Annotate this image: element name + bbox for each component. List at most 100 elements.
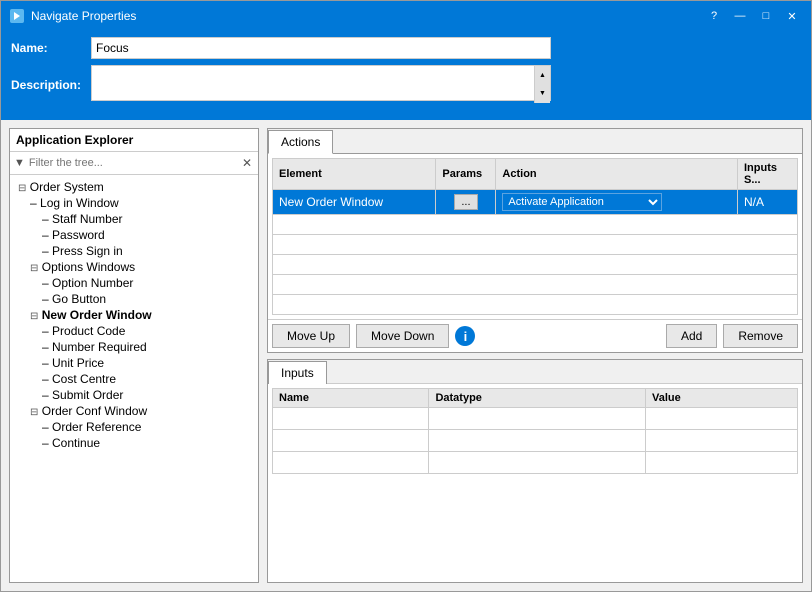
inputs-header-row: Name Datatype Value [273,389,798,408]
tree-item-log-in-window[interactable]: – Log in Window [10,195,258,211]
empty-row-1 [273,215,798,235]
maximize-button[interactable]: □ [755,7,777,25]
tree-label-unit-price: Unit Price [52,356,104,370]
dash-password: – [42,228,52,242]
action-select[interactable]: Activate Application Click Set Value Get… [502,193,662,211]
col-params: Params [436,159,496,190]
inputs-section: Inputs Name Datatype Value [267,359,803,583]
tree-item-new-order-window[interactable]: ⊟ New Order Window [10,307,258,323]
dash-unit: – [42,356,52,370]
actions-table-header-row: Element Params Action Inputs S... [273,159,798,190]
cell-action: Activate Application Click Set Value Get… [496,190,738,215]
dash-press-sign: – [42,244,52,258]
tree-item-continue[interactable]: – Continue [10,435,258,451]
table-row[interactable]: New Order Window ... Activate Applicatio… [273,190,798,215]
tree-label-press-sign-in: Press Sign in [52,244,123,258]
tree-label-options-windows: Options Windows [42,260,135,274]
tree-label-submit-order: Submit Order [52,388,123,402]
cell-inputs-s: N/A [738,190,798,215]
actions-tab-area: Actions Element Params Action Inputs S..… [267,128,803,353]
add-button[interactable]: Add [666,324,717,348]
tree-item-unit-price[interactable]: – Unit Price [10,355,258,371]
tree-item-number-required[interactable]: – Number Required [10,339,258,355]
tree-item-order-system[interactable]: ⊟ Order System [10,179,258,195]
expander-order-conf: ⊟ [30,407,38,418]
tab-inputs[interactable]: Inputs [268,361,327,384]
window-title: Navigate Properties [31,9,703,23]
actions-table: Element Params Action Inputs S... New Or… [272,158,798,315]
close-button[interactable]: ✕ [781,7,803,25]
tree-item-press-sign-in[interactable]: – Press Sign in [10,243,258,259]
filter-input[interactable] [29,157,238,169]
inputs-col-name: Name [273,389,429,408]
filter-clear-button[interactable]: ✕ [240,156,254,170]
help-button[interactable]: ? [703,7,725,25]
tree-label-order-reference: Order Reference [52,420,141,434]
move-down-button[interactable]: Move Down [356,324,449,348]
actions-table-wrapper: Element Params Action Inputs S... New Or… [268,154,802,319]
name-input[interactable] [91,37,551,59]
tree: ⊟ Order System – Log in Window – Staff N… [10,175,258,582]
minimize-button[interactable]: — [729,7,751,25]
params-button[interactable]: ... [454,194,477,210]
description-row: Description: ▲ ▼ [11,65,801,104]
title-bar: Navigate Properties ? — □ ✕ [1,1,811,31]
inputs-tab-header: Inputs [268,360,802,384]
inputs-col-value: Value [645,389,797,408]
move-up-button[interactable]: Move Up [272,324,350,348]
tree-label-staff-number: Staff Number [52,212,122,226]
empty-row-2 [273,235,798,255]
actions-buttons: Move Up Move Down i Add Remove [268,319,802,352]
inputs-empty-row-2 [273,430,798,452]
tree-label-cost-centre: Cost Centre [52,372,116,386]
description-label: Description: [11,78,91,92]
right-panel: Actions Element Params Action Inputs S..… [267,128,803,583]
main-window: Navigate Properties ? — □ ✕ Name: Descri… [0,0,812,592]
expander-new-order: ⊟ [30,311,38,322]
tree-item-option-number[interactable]: – Option Number [10,275,258,291]
description-wrapper: ▲ ▼ [91,65,551,104]
tree-item-submit-order[interactable]: – Submit Order [10,387,258,403]
tree-label-go-button: Go Button [52,292,106,306]
tab-header: Actions [268,129,802,154]
tree-item-go-button[interactable]: – Go Button [10,291,258,307]
tree-item-password[interactable]: – Password [10,227,258,243]
remove-button[interactable]: Remove [723,324,798,348]
empty-row-3 [273,255,798,275]
filter-row: ▼ ✕ [10,152,258,175]
cell-element: New Order Window [273,190,436,215]
name-row: Name: [11,37,801,59]
empty-row-4 [273,275,798,295]
dash-order-ref: – [42,420,52,434]
expander-order-system: ⊟ [18,183,26,194]
tree-label-new-order-window: New Order Window [42,308,152,322]
tree-label-password: Password [52,228,105,242]
tab-actions[interactable]: Actions [268,130,333,154]
name-label: Name: [11,41,91,55]
info-icon[interactable]: i [455,326,475,346]
inputs-table: Name Datatype Value [272,388,798,474]
dash-log: – [30,196,40,210]
tree-item-options-windows[interactable]: ⊟ Options Windows [10,259,258,275]
tree-item-order-reference[interactable]: – Order Reference [10,419,258,435]
scroll-down-btn[interactable]: ▼ [535,85,550,104]
tree-item-product-code[interactable]: – Product Code [10,323,258,339]
dash-number: – [42,340,52,354]
dash-staff: – [42,212,52,226]
tree-item-staff-number[interactable]: – Staff Number [10,211,258,227]
empty-row-5 [273,295,798,315]
window-icon [9,8,25,24]
inputs-col-datatype: Datatype [429,389,646,408]
description-input[interactable] [91,65,551,101]
tree-item-order-conf-window[interactable]: ⊟ Order Conf Window [10,403,258,419]
inputs-empty-row-1 [273,408,798,430]
dash-cost: – [42,372,52,386]
dash-option: – [42,276,52,290]
dash-go: – [42,292,52,306]
filter-icon: ▼ [14,157,25,169]
tree-item-cost-centre[interactable]: – Cost Centre [10,371,258,387]
expander-options: ⊟ [30,263,38,274]
main-content: Application Explorer ▼ ✕ ⊟ Order System … [1,120,811,591]
scroll-up-btn[interactable]: ▲ [535,66,550,85]
header-area: Name: Description: ▲ ▼ [1,31,811,120]
